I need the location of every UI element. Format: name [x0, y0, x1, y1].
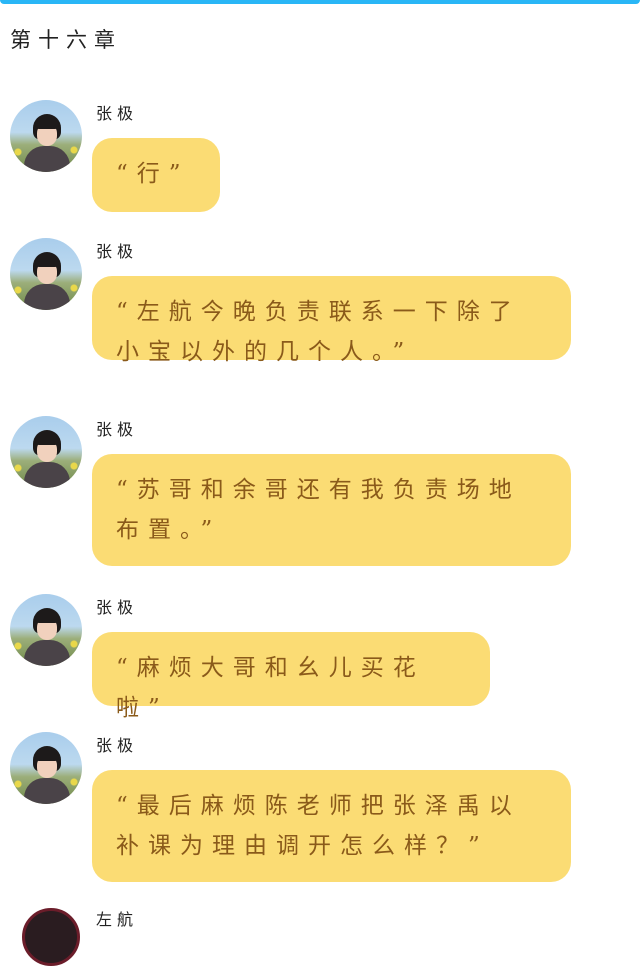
sender-name: 张极	[96, 104, 139, 123]
chapter-title: 第十六章	[10, 28, 122, 52]
avatar[interactable]	[10, 100, 82, 172]
avatar[interactable]	[22, 908, 80, 966]
sender-name: 张极	[96, 598, 139, 617]
avatar[interactable]	[10, 416, 82, 488]
sender-name: 张极	[96, 736, 139, 755]
message-bubble[interactable]: “左航今晚负责联系一下除了小宝以外的几个人。”	[92, 276, 571, 365]
avatar[interactable]	[10, 732, 82, 804]
sender-name: 张极	[96, 242, 139, 261]
message-bubble[interactable]: “行”	[92, 138, 220, 212]
top-accent-bar	[0, 0, 640, 4]
message-bubble[interactable]: “苏哥和余哥还有我负责场地布置。”	[92, 454, 571, 566]
sender-name: 左航	[96, 910, 139, 929]
message-bubble[interactable]: “最后麻烦陈老师把张泽禹以补课为理由调开怎么样？”	[92, 770, 571, 882]
avatar[interactable]	[10, 594, 82, 666]
sender-name: 张极	[96, 420, 139, 439]
avatar[interactable]	[10, 238, 82, 310]
message-bubble[interactable]: “麻烦大哥和幺儿买花啦”	[92, 632, 490, 721]
